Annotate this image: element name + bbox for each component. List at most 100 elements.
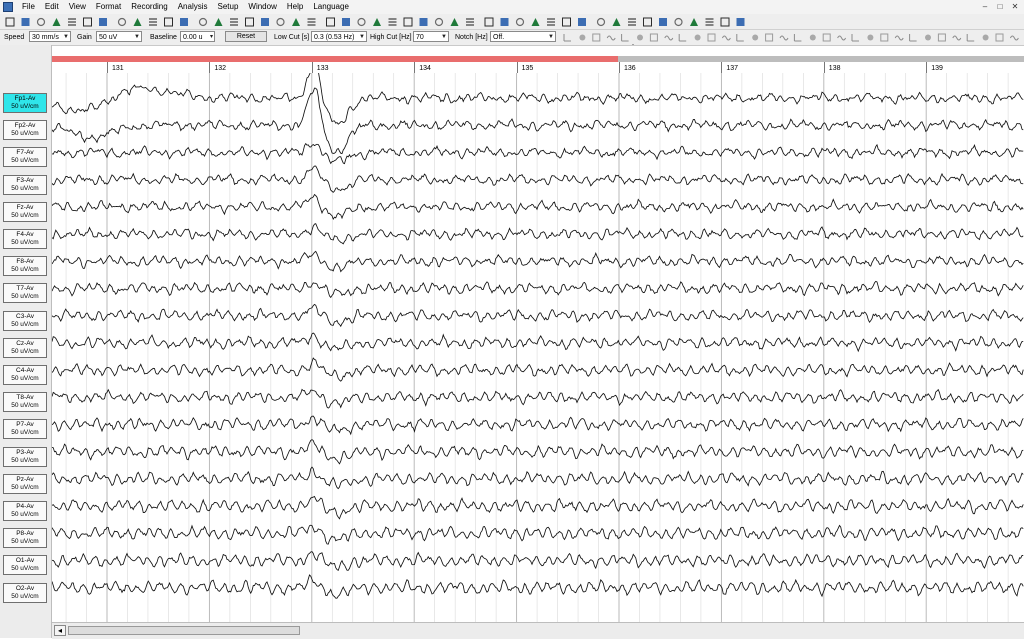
record-icon[interactable] xyxy=(612,18,621,26)
montage-tool-icon[interactable] xyxy=(664,35,674,41)
list2-icon[interactable] xyxy=(515,17,525,27)
export-icon[interactable] xyxy=(484,17,494,27)
montage-tool-icon[interactable] xyxy=(995,33,1004,42)
montage-tool-icon[interactable] xyxy=(982,34,989,41)
layout2-icon[interactable] xyxy=(547,18,555,26)
label-icon[interactable] xyxy=(342,18,350,26)
channel-label-o2-av[interactable]: O2-Av 50 uV/cm xyxy=(3,582,47,603)
minimize-button[interactable]: – xyxy=(978,1,992,12)
table-icon[interactable] xyxy=(450,18,459,26)
print-preview-icon[interactable] xyxy=(83,17,92,27)
recorder-icon[interactable] xyxy=(99,18,107,26)
montage-tool-icon[interactable] xyxy=(925,34,931,41)
montage-tool-icon[interactable] xyxy=(851,34,859,42)
play-icon[interactable] xyxy=(596,17,606,27)
pause-icon[interactable] xyxy=(643,17,652,27)
check-icon[interactable] xyxy=(705,18,714,26)
menu-setup[interactable]: Setup xyxy=(213,0,244,14)
menu-window[interactable]: Window xyxy=(243,0,281,14)
channel-label-p3-av[interactable]: P3-Av 50 uV/cm xyxy=(3,446,47,467)
montage-tool-icon[interactable] xyxy=(867,34,874,41)
montage-tool-icon[interactable] xyxy=(909,34,917,42)
montage-tool-icon[interactable] xyxy=(937,33,946,42)
restore-button[interactable]: □ xyxy=(993,1,1007,12)
channel-label-o1-av[interactable]: O1-Av 50 uV/cm xyxy=(3,555,47,576)
montage-tool-icon[interactable] xyxy=(606,35,616,41)
menu-language[interactable]: Language xyxy=(308,0,354,14)
montage-tool-icon[interactable] xyxy=(880,33,889,42)
menu-analysis[interactable]: Analysis xyxy=(173,0,213,14)
report-icon[interactable] xyxy=(434,17,444,27)
montage-tool-icon[interactable] xyxy=(822,33,831,42)
average-icon[interactable] xyxy=(403,17,413,27)
ruler-icon[interactable] xyxy=(388,18,397,26)
montage-tool-icon[interactable] xyxy=(649,33,658,42)
montage-tool-icon[interactable] xyxy=(793,34,802,42)
close-button[interactable]: ✕ xyxy=(1008,1,1022,12)
bipolar-icon[interactable] xyxy=(419,18,428,26)
print-icon[interactable] xyxy=(68,18,76,26)
channel-label-fz-av[interactable]: Fz-Av 50 uV/cm xyxy=(3,201,47,222)
channel-label-f3-av[interactable]: F3-Av 50 uV/cm xyxy=(3,174,47,195)
event-next-icon[interactable] xyxy=(292,18,300,26)
montage-tool-icon[interactable] xyxy=(678,34,687,42)
montage-tool-icon[interactable] xyxy=(736,34,744,42)
channel-label-f8-av[interactable]: F8-Av 50 uV/cm xyxy=(3,256,47,277)
montage-tool-icon[interactable] xyxy=(809,34,816,41)
chart-icon[interactable] xyxy=(466,18,474,26)
new-file-icon[interactable] xyxy=(5,17,15,27)
replace-icon[interactable] xyxy=(230,18,238,26)
channel-label-c4-av[interactable]: C4-Av 50 uV/cm xyxy=(3,365,47,385)
list-icon[interactable] xyxy=(500,18,509,26)
montage-tool-icon[interactable] xyxy=(752,34,759,41)
montage-tool-icon[interactable] xyxy=(966,34,975,42)
event-icon[interactable] xyxy=(276,17,285,27)
paste-icon[interactable] xyxy=(164,17,173,27)
montage-tool-icon[interactable] xyxy=(765,33,774,42)
montage-tool-icon[interactable] xyxy=(637,34,643,41)
tools-icon[interactable] xyxy=(674,17,683,27)
window-icon[interactable] xyxy=(562,17,571,27)
montage-tool-icon[interactable] xyxy=(779,35,789,41)
channel-label-f7-av[interactable]: F7-Av 50 uV/cm xyxy=(3,147,47,168)
layout-icon[interactable] xyxy=(531,18,540,26)
cut-icon[interactable] xyxy=(133,18,142,26)
montage-tool-icon[interactable] xyxy=(694,34,701,41)
montage-tool-icon[interactable] xyxy=(563,34,571,42)
filter-icon[interactable] xyxy=(373,18,381,26)
open-folder-icon[interactable] xyxy=(21,18,30,26)
help-icon[interactable] xyxy=(578,18,586,26)
montage-tool-icon[interactable] xyxy=(592,33,601,42)
zoom-icon[interactable] xyxy=(245,17,254,27)
montage-tool-icon[interactable] xyxy=(1009,35,1019,41)
run-icon[interactable] xyxy=(690,18,698,26)
undo-icon[interactable] xyxy=(117,17,127,27)
save-icon[interactable] xyxy=(36,17,46,27)
channel-label-c3-av[interactable]: C3-Av 50 uV/cm xyxy=(3,310,47,331)
event-prev-icon[interactable] xyxy=(307,18,316,26)
menu-view[interactable]: View xyxy=(64,0,91,14)
channel-label-p7-av[interactable]: P7-Av 50 uV/cm xyxy=(3,419,47,440)
delete-icon[interactable] xyxy=(180,18,188,26)
channel-label-fp2-av[interactable]: Fp2-Av 50 uV/cm xyxy=(3,120,47,141)
menu-help[interactable]: Help xyxy=(282,0,308,14)
montage-tool-icon[interactable] xyxy=(721,35,731,41)
stop-icon[interactable] xyxy=(628,18,636,26)
find-next-icon[interactable] xyxy=(214,18,223,26)
menu-recording[interactable]: Recording xyxy=(126,0,172,14)
montage-tool-icon[interactable] xyxy=(707,33,716,42)
spike-icon[interactable] xyxy=(357,17,366,27)
montage-tool-icon[interactable] xyxy=(894,35,904,41)
find-icon[interactable] xyxy=(198,17,208,27)
save-as-icon[interactable] xyxy=(52,18,61,26)
menu-edit[interactable]: Edit xyxy=(40,0,64,14)
timeline-ruler[interactable]: 131 132 133 134 135 136 137 138 139 xyxy=(52,56,1024,74)
montage-tool-icon[interactable] xyxy=(952,35,962,41)
go-icon[interactable] xyxy=(720,17,730,27)
channel-label-p4-av[interactable]: P4-Av 50 uV/cm xyxy=(3,501,47,521)
channel-label-t8-av[interactable]: T8-Av 50 uV/cm xyxy=(3,392,47,413)
copy-icon[interactable] xyxy=(149,18,157,26)
horizontal-scrollbar[interactable]: ◂ xyxy=(52,622,1024,639)
montage-tool-icon[interactable] xyxy=(837,35,847,41)
channel-label-t7-av[interactable]: T7-Av 50 uV/cm xyxy=(3,283,47,304)
